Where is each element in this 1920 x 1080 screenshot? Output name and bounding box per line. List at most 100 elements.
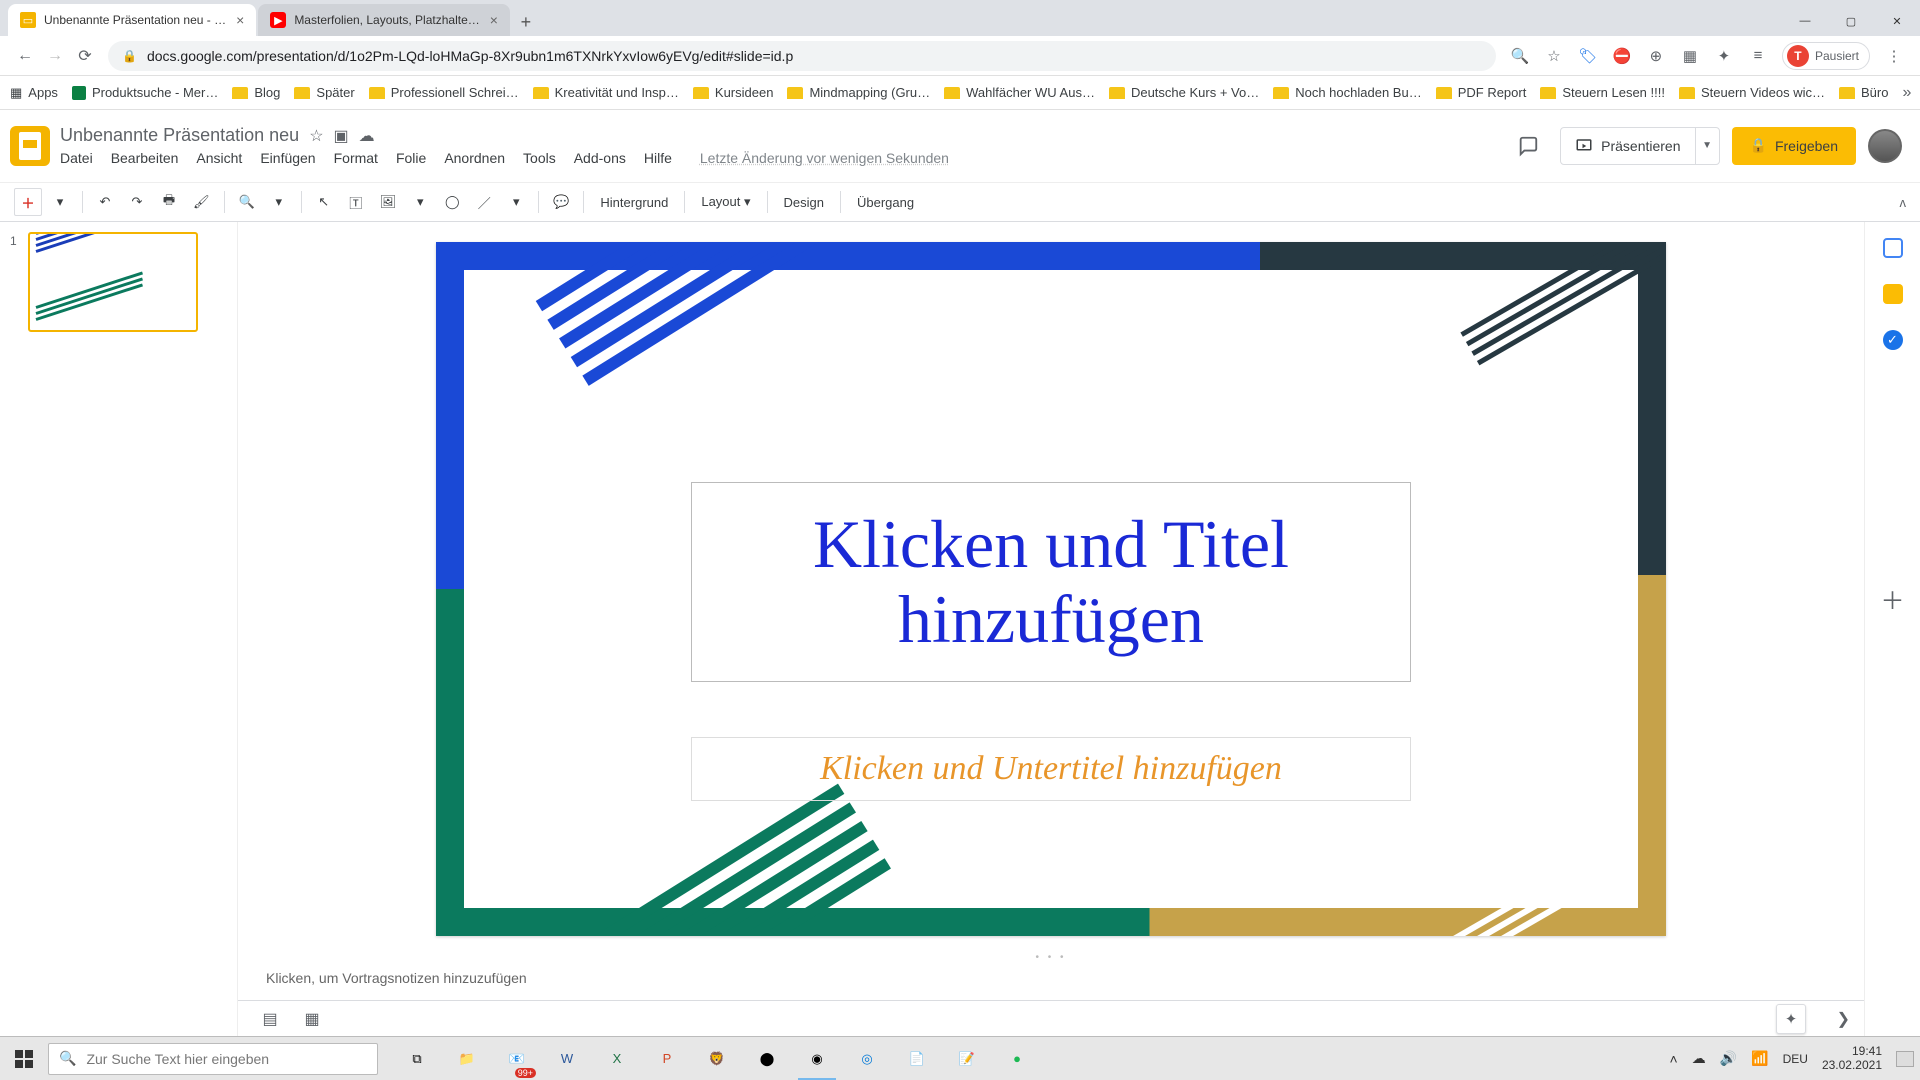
kebab-menu-icon[interactable]: ⋮ (1884, 46, 1904, 66)
bookmark-item[interactable]: Büro (1839, 85, 1888, 100)
paint-format-button[interactable]: 🖌 (187, 188, 216, 216)
slide-canvas-area[interactable]: Klicken und Titel hinzufügen Klicken und… (238, 222, 1864, 952)
side-panel-toggle-icon[interactable]: ❯ (1837, 1009, 1850, 1029)
bookmark-item[interactable]: Steuern Lesen !!!! (1540, 85, 1665, 100)
network-icon[interactable]: 📶 (1751, 1050, 1768, 1067)
start-button[interactable] (0, 1037, 48, 1080)
taskbar-search[interactable]: 🔍 Zur Suche Text hier eingeben (48, 1043, 378, 1075)
background-button[interactable]: Hintergrund (592, 195, 676, 210)
select-tool[interactable]: ↖ (310, 188, 338, 216)
new-tab-button[interactable]: + (512, 8, 540, 36)
obs-icon[interactable]: ⬤ (744, 1038, 790, 1080)
star-icon[interactable]: ☆ (309, 126, 323, 146)
close-icon[interactable]: × (480, 12, 498, 28)
document-title[interactable]: Unbenannte Präsentation neu (60, 125, 299, 146)
scan-ext-icon[interactable]: ▦ (1680, 46, 1700, 66)
last-edit-text[interactable]: Letzte Änderung vor wenigen Sekunden (700, 150, 949, 166)
design-button[interactable]: Design (776, 195, 832, 210)
close-icon[interactable]: × (226, 12, 244, 28)
spotify-icon[interactable]: ● (994, 1038, 1040, 1080)
new-slide-dropdown[interactable]: ▾ (46, 188, 74, 216)
undo-button[interactable]: ↶ (91, 188, 119, 216)
bookmark-item[interactable]: Professionell Schrei… (369, 85, 519, 100)
collapse-toolbar-icon[interactable]: ʌ (1900, 195, 1907, 210)
zoom-button[interactable]: 🔍 (233, 188, 261, 216)
menu-tools[interactable]: Tools (523, 150, 556, 166)
add-addon-button[interactable]: ＋ (1881, 581, 1905, 616)
account-avatar[interactable] (1868, 129, 1902, 163)
bookmark-item[interactable]: PDF Report (1436, 85, 1527, 100)
url-input[interactable]: 🔒 docs.google.com/presentation/d/1o2Pm-L… (108, 41, 1496, 71)
bookmarks-overflow-icon[interactable]: » (1902, 84, 1911, 102)
menu-einfuegen[interactable]: Einfügen (260, 150, 315, 166)
bookmark-item[interactable]: Kreativität und Insp… (533, 85, 679, 100)
mail-icon[interactable]: 📧99+ (494, 1038, 540, 1080)
menu-hilfe[interactable]: Hilfe (644, 150, 672, 166)
block-ext-icon[interactable]: ⛔ (1612, 46, 1632, 66)
comment-tool[interactable]: 💬 (547, 188, 575, 216)
bookmark-item[interactable]: Später (294, 85, 354, 100)
minimize-button[interactable]: — (1782, 6, 1828, 36)
zoom-dropdown[interactable]: ▾ (265, 188, 293, 216)
redo-button[interactable]: ↷ (123, 188, 151, 216)
notepad-icon[interactable]: 📝 (944, 1038, 990, 1080)
menu-datei[interactable]: Datei (60, 150, 93, 166)
word-icon[interactable]: W (544, 1038, 590, 1080)
profile-button[interactable]: T Pausiert (1782, 42, 1870, 70)
brave-icon[interactable]: 🦁 (694, 1038, 740, 1080)
explorer-icon[interactable]: 📁 (444, 1038, 490, 1080)
onedrive-icon[interactable]: ☁ (1692, 1050, 1706, 1067)
task-view-icon[interactable]: ⧉ (394, 1038, 440, 1080)
image-tool[interactable]: 🖼 (374, 188, 403, 216)
forward-button[interactable]: → (40, 41, 70, 71)
present-dropdown[interactable]: ▼ (1695, 128, 1719, 164)
excel-icon[interactable]: X (594, 1038, 640, 1080)
comments-button[interactable] (1508, 126, 1548, 166)
reload-button[interactable]: ⟳ (70, 41, 100, 71)
zoom-icon[interactable]: 🔍 (1510, 46, 1530, 66)
slide[interactable]: Klicken und Titel hinzufügen Klicken und… (436, 242, 1666, 936)
image-dropdown[interactable]: ▾ (406, 188, 434, 216)
share-button[interactable]: 🔒 Freigeben (1732, 127, 1856, 165)
tray-expand-icon[interactable]: ˄ (1670, 1051, 1678, 1067)
menu-ansicht[interactable]: Ansicht (196, 150, 242, 166)
menu-format[interactable]: Format (334, 150, 378, 166)
print-button[interactable]: 🖶 (155, 188, 183, 216)
shape-tool[interactable]: ◯ (438, 188, 466, 216)
bookmark-item[interactable]: Deutsche Kurs + Vo… (1109, 85, 1259, 100)
taskbar-clock[interactable]: 19:41 23.02.2021 (1822, 1045, 1882, 1073)
slide-thumbnail[interactable] (28, 232, 198, 332)
calendar-addon-icon[interactable] (1883, 238, 1903, 258)
notes-icon[interactable]: 📄 (894, 1038, 940, 1080)
back-button[interactable]: ← (10, 41, 40, 71)
browser-tab[interactable]: ▶ Masterfolien, Layouts, Platzhalte… × (258, 4, 510, 36)
powerpoint-icon[interactable]: P (644, 1038, 690, 1080)
transition-button[interactable]: Übergang (849, 195, 922, 210)
title-placeholder[interactable]: Klicken und Titel hinzufügen (691, 482, 1411, 682)
menu-anordnen[interactable]: Anordnen (444, 150, 505, 166)
speaker-notes[interactable]: Klicken, um Vortragsnotizen hinzuzufügen (238, 962, 1864, 1000)
menu-addons[interactable]: Add-ons (574, 150, 626, 166)
star-icon[interactable]: ☆ (1544, 46, 1564, 66)
reading-list-icon[interactable]: ≡ (1748, 46, 1768, 66)
close-window-button[interactable]: ✕ (1874, 6, 1920, 36)
keep-addon-icon[interactable] (1883, 284, 1903, 304)
layout-button[interactable]: Layout ▾ (693, 194, 758, 210)
edge-icon[interactable]: ◎ (844, 1038, 890, 1080)
keyboard-layout[interactable]: DEU (1783, 1052, 1808, 1066)
notes-resize-handle[interactable]: • • • (238, 952, 1864, 962)
extensions-icon[interactable]: ✦ (1714, 46, 1734, 66)
bookmark-item[interactable]: Wahlfächer WU Aus… (944, 85, 1095, 100)
cloud-status-icon[interactable]: ☁ (359, 126, 375, 146)
new-slide-button[interactable]: ＋ (14, 188, 42, 216)
tasks-addon-icon[interactable]: ✓ (1883, 330, 1903, 350)
chrome-icon[interactable]: ◉ (794, 1038, 840, 1080)
filmstrip-view-icon[interactable]: ▤ (256, 1005, 284, 1033)
bookmark-item[interactable]: Steuern Videos wic… (1679, 85, 1825, 100)
volume-icon[interactable]: 🔊 (1720, 1050, 1737, 1067)
present-button[interactable]: Präsentieren ▼ (1560, 127, 1719, 165)
bookmark-item[interactable]: Mindmapping (Gru… (787, 85, 930, 100)
bookmark-item[interactable]: Produktsuche - Mer… (72, 85, 218, 100)
bookmark-item[interactable]: Noch hochladen Bu… (1273, 85, 1421, 100)
menu-folie[interactable]: Folie (396, 150, 426, 166)
